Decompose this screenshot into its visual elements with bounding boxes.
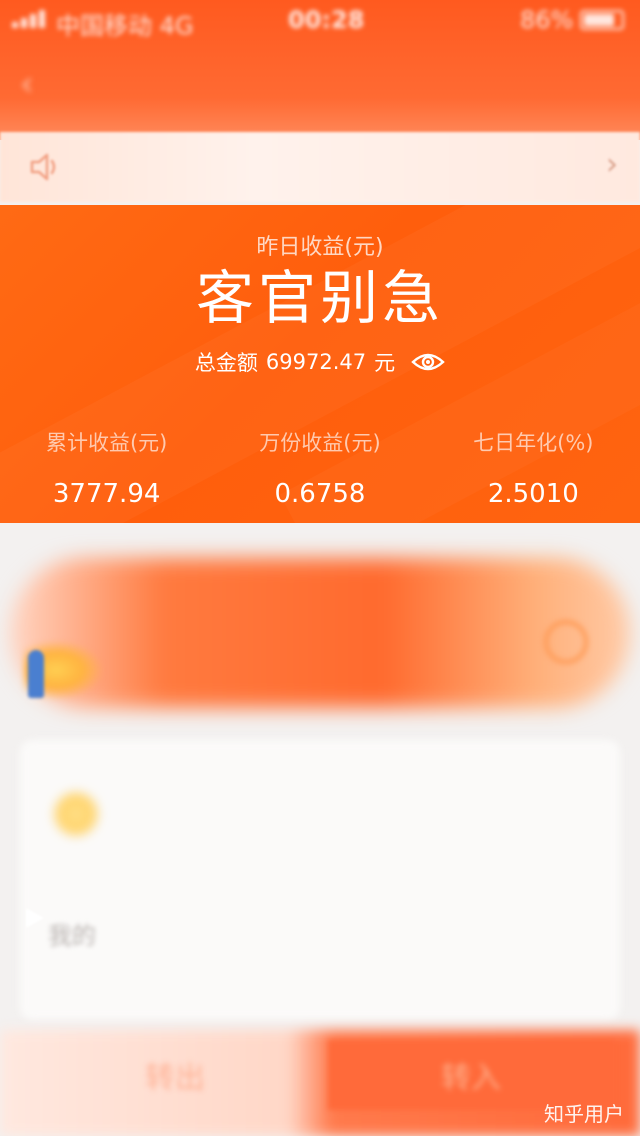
- stat-seven-day-yield[interactable]: 七日年化(%) 2.5010: [427, 427, 640, 509]
- status-bar: 中国移动 4G 00:28 86%: [0, 0, 640, 40]
- signal-icon: [12, 10, 45, 28]
- chevron-right-icon: ›: [606, 147, 618, 182]
- app-header: 中国移动 4G 00:28 86% ‹: [0, 0, 640, 140]
- coin-icon: [52, 790, 100, 838]
- total-amount-value: 69972.47: [265, 350, 367, 374]
- stat-label: 万份收益(元): [259, 431, 381, 455]
- card-text: 我的: [48, 922, 96, 950]
- info-card[interactable]: [20, 740, 620, 1020]
- total-amount-label: 总金额: [194, 351, 258, 375]
- eye-icon[interactable]: [411, 350, 445, 374]
- carrier-name: 中国移动 4G: [56, 12, 194, 40]
- stat-value: 3777.94: [52, 479, 161, 509]
- earnings-panel: 昨日收益(元) 客官别急 总金额 69972.47 元 累计收益(元) 3777…: [0, 205, 640, 523]
- battery-percent: 86%: [520, 6, 574, 34]
- earnings-stats: 累计收益(元) 3777.94 万份收益(元) 0.6758 七日年化(%) 2…: [0, 427, 640, 509]
- clock: 00:28: [288, 6, 365, 34]
- stat-cumulative[interactable]: 累计收益(元) 3777.94: [0, 427, 213, 509]
- battery-icon: [580, 10, 624, 30]
- stat-value: 2.5010: [487, 479, 579, 509]
- promo-figure: [28, 650, 44, 698]
- stat-label: 七日年化(%): [473, 431, 594, 455]
- yesterday-earnings-label: 昨日收益(元): [256, 235, 384, 260]
- speaker-icon: [28, 150, 64, 184]
- transfer-out-button[interactable]: 转出: [30, 1040, 320, 1110]
- stat-value: 0.6758: [274, 479, 366, 509]
- stat-label: 累计收益(元): [45, 431, 168, 455]
- back-icon[interactable]: ‹: [20, 64, 60, 104]
- watermark: 知乎用户: [544, 1102, 624, 1126]
- flag-icon: [26, 908, 44, 928]
- promo-action-icon[interactable]: [544, 620, 588, 664]
- total-amount-unit: 元: [374, 351, 396, 375]
- notice-bar[interactable]: ›: [0, 132, 640, 202]
- total-amount-row: 总金额 69972.47 元: [0, 347, 640, 377]
- stat-per-ten-thousand[interactable]: 万份收益(元) 0.6758: [213, 427, 426, 509]
- yesterday-earnings-value: 客官别急: [195, 264, 444, 332]
